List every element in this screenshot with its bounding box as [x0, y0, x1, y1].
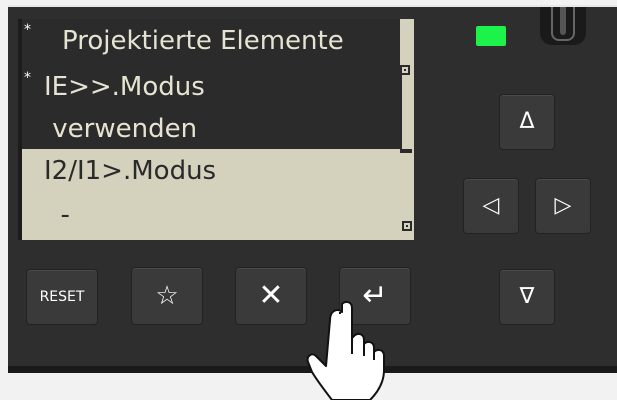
lcd-title-marker: * [24, 22, 31, 38]
lcd-row-label: I2/I1>.Modus [44, 156, 217, 186]
left-arrow-icon: ◁ [482, 193, 500, 218]
scroll-thumb-end [400, 149, 412, 153]
right-arrow-icon: ▷ [554, 193, 572, 218]
scroll-down-marker [402, 221, 412, 231]
lcd-row-label: - [44, 200, 70, 230]
lcd-row-label: verwenden [44, 114, 198, 144]
favorite-button[interactable]: ☆ [131, 267, 203, 325]
up-button[interactable]: Δ [499, 94, 555, 150]
cancel-button[interactable]: ✕ [235, 267, 307, 325]
lcd-row-ie-modus[interactable]: * IE>>.Modus [22, 65, 400, 109]
left-button[interactable]: ◁ [463, 178, 519, 234]
scroll-thumb[interactable] [400, 75, 412, 153]
usb-port-slot [560, 7, 566, 35]
lcd-title-bar: * Projektierte Elemente [22, 19, 400, 63]
lcd-row-marker: * [24, 70, 31, 86]
close-icon: ✕ [258, 278, 284, 313]
lcd-row-ie-value[interactable]: verwenden [22, 107, 400, 151]
reset-button[interactable]: RESET [26, 269, 98, 325]
status-led [476, 26, 506, 46]
lcd-display: * Projektierte Elemente * IE>>.Modus ver… [18, 19, 414, 240]
lcd-title: Projektierte Elemente [62, 26, 344, 56]
star-icon: ☆ [155, 281, 179, 311]
up-arrow-icon: Δ [519, 109, 535, 134]
down-arrow-icon: ∇ [519, 284, 535, 309]
lcd-row-label: IE>>.Modus [44, 72, 205, 102]
reset-label: RESET [39, 289, 85, 305]
lcd-row-i2i1-modus[interactable]: I2/I1>.Modus [22, 149, 400, 193]
lcd-row-i2i1-value[interactable]: - [22, 193, 400, 237]
pointing-hand-icon [306, 300, 385, 400]
down-button[interactable]: ∇ [499, 269, 555, 325]
right-button[interactable]: ▷ [535, 178, 591, 234]
scroll-up-marker [400, 65, 410, 75]
